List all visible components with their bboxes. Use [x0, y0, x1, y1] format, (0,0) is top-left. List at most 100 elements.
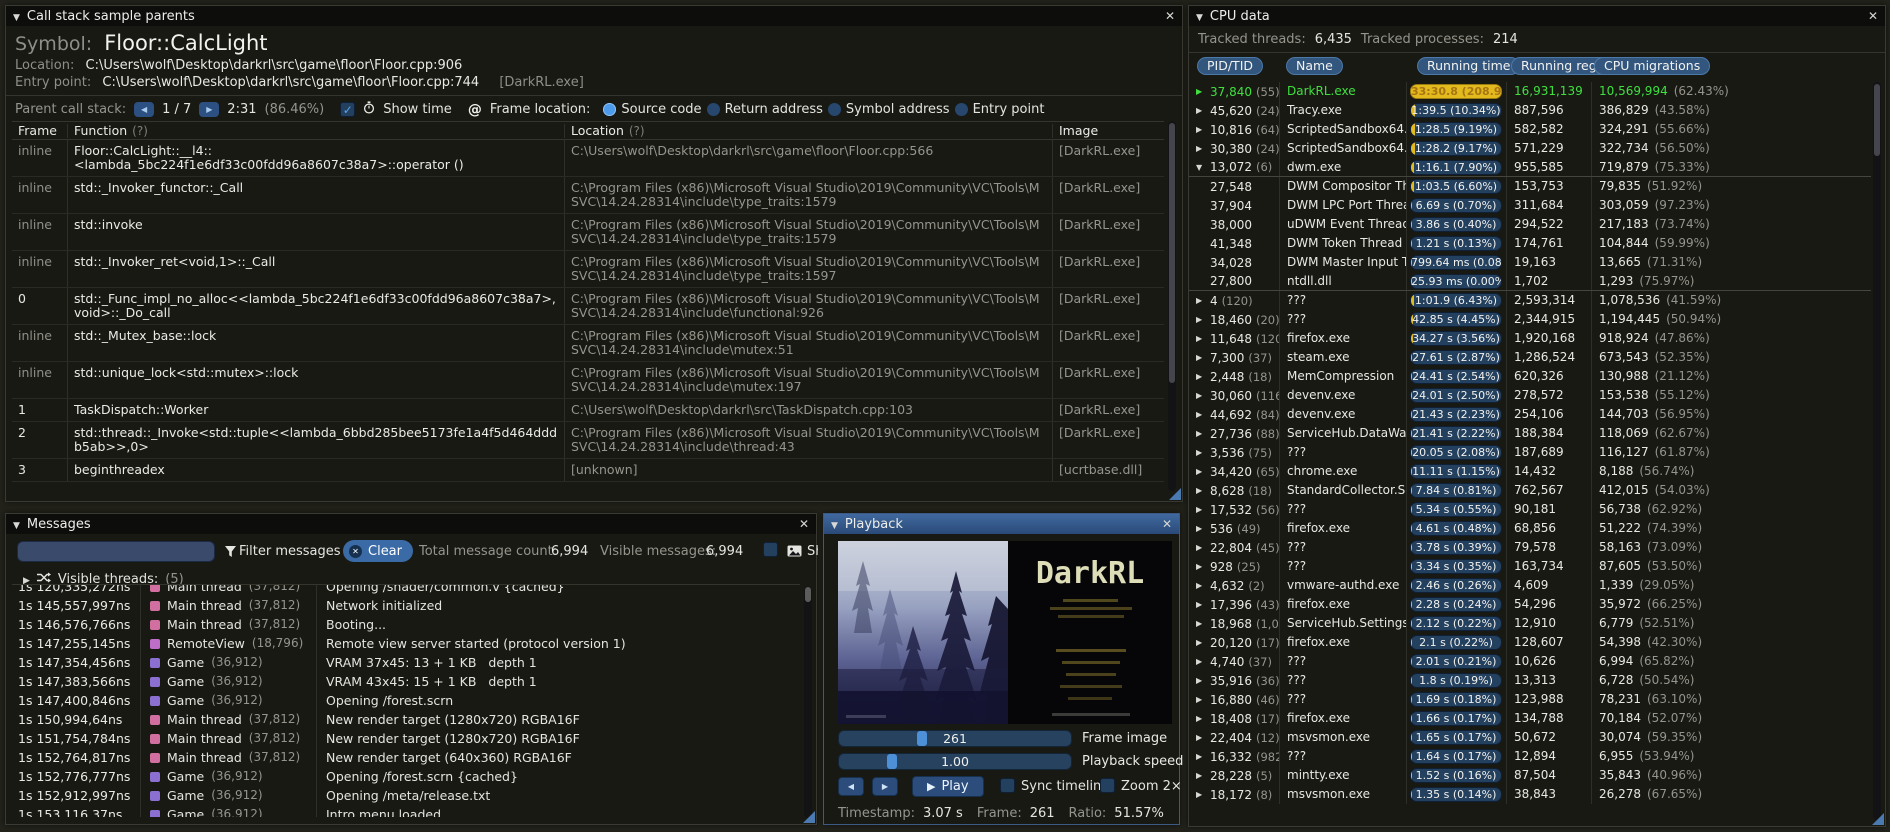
expand-arrow-icon[interactable]: ▶ — [1196, 125, 1206, 134]
message-row[interactable]: 1s 147,354,456ns Game (36,912) VRAM 37x45: … — [12, 653, 800, 672]
expand-arrow-icon[interactable]: ▶ — [1196, 448, 1206, 457]
message-row[interactable]: 1s 145,557,997ns Main thread (37,812) Netwo… — [12, 596, 800, 615]
expand-arrow-icon[interactable]: ▶ — [1196, 543, 1206, 552]
playback-speed-slider[interactable]: 1.00 — [838, 753, 1072, 770]
message-row[interactable]: 1s 147,383,566ns Game (36,912) VRAM 43x45: … — [12, 672, 800, 691]
message-row[interactable]: 1s 151,754,784ns Main thread (37,812) New r… — [12, 729, 800, 748]
message-row[interactable]: 1s 147,255,145ns RemoteView (18,796) Remote… — [12, 634, 800, 653]
scrollbar-thumb[interactable] — [1874, 84, 1880, 156]
cpu-row[interactable]: 34,028 DWM Master Input Thread 799.64 ms (… — [1189, 253, 1871, 272]
cpu-row[interactable]: ▶ 18,460 (20)??? 42.85 s (4.45%) 2,344,915 1,… — [1189, 310, 1871, 329]
frame-location-radio[interactable]: Entry point — [954, 102, 1044, 117]
expand-arrow-icon[interactable]: ▶ — [1196, 619, 1206, 628]
expand-arrow-icon[interactable]: ▶ — [1196, 581, 1206, 590]
column-header-cpu-migrations[interactable]: CPU migrations — [1594, 57, 1711, 75]
callstack-row[interactable]: 2 std::thread::_Invoke<std::tuple<<lambda… — [12, 422, 1164, 459]
cpu-row[interactable]: ▶ 20,120 (17) firefox.exe 2.1 s (0.22%) 128,6… — [1189, 633, 1871, 652]
collapse-icon[interactable] — [831, 517, 838, 532]
cpu-row[interactable]: ▶ 18,172 (8) msvsmon.exe 1.35 s (0.14%) 38,84… — [1189, 785, 1871, 804]
cpu-row[interactable]: ▶ 3,536 (75)??? 20.05 s (2.08%) 187,689 116,1… — [1189, 443, 1871, 462]
expand-arrow-icon[interactable]: ▶ — [1196, 372, 1206, 381]
cpu-row[interactable]: ▶ 30,060 (116)devenv.exe 24.01 s (2.50%) 278… — [1189, 386, 1871, 405]
message-row[interactable]: 1s 153,116,37ns Game (36,912) Intro menu lo… — [12, 805, 800, 817]
sync-timeline-checkbox[interactable] — [1000, 778, 1015, 793]
message-row[interactable]: 1s 150,994,64ns Main thread (37,812) New re… — [12, 710, 800, 729]
expand-arrow-icon[interactable]: ▶ — [1196, 771, 1206, 780]
show-images-checkbox[interactable] — [763, 542, 778, 557]
cpu-row[interactable]: 37,904 DWM LPC Port Thread 6.69 s (0.70%) 3… — [1189, 196, 1871, 215]
cpu-row[interactable]: ▶ 30,380 (24)ScriptedSandbox64.exe 1:28.2 (… — [1189, 139, 1871, 158]
cpu-row[interactable]: 27,800 ntdll.dll 25.93 ms (0.00%) 1,702 1,29… — [1189, 272, 1871, 291]
filter-input[interactable] — [17, 541, 215, 562]
cpu-row[interactable]: ▶16,332(982)???1.64 s (0.17%)12,8946,955… — [1189, 747, 1871, 766]
prev-stack-button[interactable] — [134, 102, 155, 117]
expand-arrow-icon[interactable]: ▶ — [1196, 524, 1206, 533]
cpu-row[interactable]: ▶ 35,916 (36)??? 1.8 s (0.19%) 13,313 6,728 (5… — [1189, 671, 1871, 690]
expand-arrow-icon[interactable]: ▶ — [1196, 657, 1206, 666]
callstack-row[interactable]: 1 TaskDispatch::Worker C:\Users\wolf\Deskt… — [12, 399, 1164, 422]
cpu-row[interactable]: ▶ 4,740 (37)??? 2.01 s (0.21%) 10,626 6,994 (6… — [1189, 652, 1871, 671]
play-button[interactable]: Play — [912, 776, 984, 797]
callstack-row[interactable]: inline std::unique_lock<std::mutex>::lock… — [12, 362, 1164, 399]
message-row[interactable]: 1s 120,335,272ns Main thread (37,812) Openi… — [12, 585, 800, 596]
message-row[interactable]: 1s 152,764,817ns Main thread (37,812) New r… — [12, 748, 800, 767]
cpu-row[interactable]: ▶ 22,404 (12) msvsmon.exe 1.65 s (0.17%) 50,6… — [1189, 728, 1871, 747]
cpu-row[interactable]: ▶ 928 (25)??? 3.34 s (0.35%) 163,734 87,605 (5… — [1189, 557, 1871, 576]
cpu-row[interactable]: ▶ 27,736 (88)ServiceHub.DataWarehouse 21.41… — [1189, 424, 1871, 443]
clear-button[interactable]: Clear — [343, 540, 413, 562]
collapse-icon[interactable] — [1196, 9, 1203, 24]
collapse-icon[interactable] — [13, 9, 20, 24]
cpu-row[interactable]: ▶ 18,408 (17) firefox.exe 1.66 s (0.17%) 134,… — [1189, 709, 1871, 728]
frame-location-radio[interactable]: Return address — [706, 102, 823, 117]
message-row[interactable]: 1s 152,912,997ns Game (36,912) Opening /met… — [12, 786, 800, 805]
cpu-row[interactable]: ▶ 22,804 (45)??? 3.78 s (0.39%) 79,578 58,163… — [1189, 538, 1871, 557]
expand-arrow-icon[interactable]: ▶ — [1196, 695, 1206, 704]
cpu-row[interactable]: 27,548 DWM Compositor Thread 1:03.5 (6.60%… — [1189, 177, 1871, 196]
expand-arrow-icon[interactable]: ▶ — [1196, 505, 1206, 514]
cpu-row[interactable]: ▶ 4 (120)??? 1:01.9 (6.43%) 2,593,314 1,078,5… — [1189, 291, 1871, 310]
expand-arrow-icon[interactable]: ▶ — [1196, 334, 1206, 343]
expand-arrow-icon[interactable]: ▶ — [1196, 486, 1206, 495]
frame-location-radio[interactable]: Source code — [603, 102, 702, 117]
expand-arrow-icon[interactable]: ▶ — [1196, 733, 1206, 742]
expand-arrow-icon[interactable]: ▶ — [1196, 106, 1206, 115]
cpu-row[interactable]: ▶ 4,632 (2) vmware-authd.exe 2.46 s (0.26%) 4… — [1189, 576, 1871, 595]
cpu-row[interactable]: 38,000 uDWM Event Thread 3.86 s (0.40%) 294… — [1189, 215, 1871, 234]
expand-arrow-icon[interactable]: ▶ — [1196, 87, 1206, 96]
cpu-row[interactable]: ▶ 17,396 (43) firefox.exe 2.28 s (0.24%) 54,2… — [1189, 595, 1871, 614]
expand-arrow-icon[interactable]: ▶ — [1196, 600, 1206, 609]
next-stack-button[interactable] — [199, 102, 220, 117]
cpu-row[interactable]: ▶ 17,532 (56)??? 5.34 s (0.55%) 90,181 56,738… — [1189, 500, 1871, 519]
cpu-row[interactable]: ▶ 28,228 (5) mintty.exe 1.52 s (0.16%) 87,504… — [1189, 766, 1871, 785]
cpu-row[interactable]: ▶ 11,648 (120)firefox.exe 34.27 s (3.56%) 1,… — [1189, 329, 1871, 348]
close-icon[interactable] — [1868, 9, 1878, 24]
callstack-row[interactable]: inline std::_Invoker_ret<void,1>::_Call C:… — [12, 251, 1164, 288]
close-icon[interactable] — [1162, 517, 1172, 532]
callstack-row[interactable]: inline std::_Mutex_base::lock C:\Program F… — [12, 325, 1164, 362]
callstack-scrollbar[interactable] — [1168, 121, 1176, 491]
expand-arrow-icon[interactable]: ▶ — [1196, 638, 1206, 647]
resize-grip[interactable] — [1872, 813, 1884, 825]
callstack-row[interactable]: inline std::_Invoker_functor::_Call C:\Pro… — [12, 177, 1164, 214]
expand-arrow-icon[interactable]: ▶ — [1196, 714, 1206, 723]
expand-arrow-icon[interactable]: ▶ — [1196, 562, 1206, 571]
cpu-row[interactable]: ▼ 13,072 (6) dwm.exe 1:16.1 (7.90%) 955,585 71… — [1189, 158, 1871, 177]
cpu-row[interactable]: ▶ 34,420 (65) chrome.exe 11.11 s (1.15%) 14,4… — [1189, 462, 1871, 481]
cpu-row[interactable]: ▶ 45,620 (24) Tracy.exe 1:39.5 (10.34%) 887,5… — [1189, 101, 1871, 120]
cpu-row[interactable]: ▶ 10,816 (64)ScriptedSandbox64.exe 1:28.5 (… — [1189, 120, 1871, 139]
cpu-scrollbar[interactable] — [1873, 82, 1881, 820]
column-header-running-time[interactable]: Running time — [1417, 57, 1521, 75]
close-icon[interactable] — [1165, 9, 1175, 24]
expand-arrow-icon[interactable]: ▶ — [1196, 315, 1206, 324]
expand-arrow-icon[interactable]: ▶ — [1196, 790, 1206, 799]
callstack-row[interactable]: inline std::invoke C:\Program Files (x86)\… — [12, 214, 1164, 251]
prev-frame-button[interactable] — [838, 777, 864, 796]
column-header-name[interactable]: Name — [1286, 57, 1343, 75]
expand-arrow-icon[interactable]: ▶ — [1196, 144, 1206, 153]
callstack-row[interactable]: 3 beginthreadex [unknown] [ucrtbase.dll] — [12, 459, 1164, 482]
expand-arrow-icon[interactable]: ▶ — [1196, 676, 1206, 685]
show-time-checkbox[interactable] — [340, 102, 356, 117]
message-row[interactable]: 1s 147,400,846ns Game (36,912) Opening /for… — [12, 691, 800, 710]
zoom-2x-checkbox[interactable] — [1100, 778, 1115, 793]
cpu-row[interactable]: ▶ 536 (49) firefox.exe 4.61 s (0.48%) 68,856 5… — [1189, 519, 1871, 538]
